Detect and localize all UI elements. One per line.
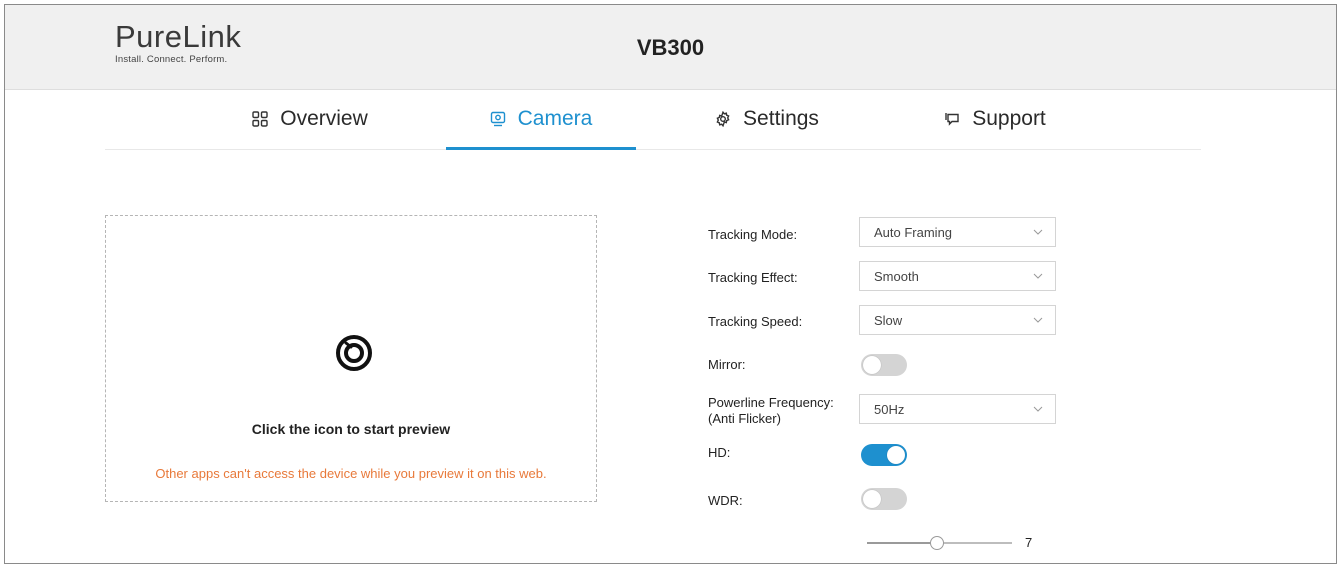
tab-support[interactable]: Support — [895, 89, 1095, 149]
tab-settings-label: Settings — [743, 107, 819, 130]
slider-thumb[interactable] — [929, 536, 944, 550]
wdr-level-value: 7 — [1025, 535, 1033, 550]
hd-label: HD: — [708, 445, 731, 460]
preview-warning: Other apps can't access the device while… — [155, 466, 547, 481]
toggle-knob — [863, 356, 881, 374]
tab-camera[interactable]: Camera — [446, 89, 636, 150]
slider-fill — [867, 542, 937, 544]
powerline-label: Powerline Frequency: (Anti Flicker) — [708, 395, 834, 427]
tab-support-label: Support — [972, 107, 1046, 130]
tab-overview-label: Overview — [280, 107, 368, 130]
tab-camera-label: Camera — [517, 107, 593, 130]
grid-icon — [252, 111, 268, 127]
powerline-frequency-select[interactable]: 50Hz — [859, 394, 1056, 424]
tracking-effect-value: Smooth — [874, 268, 919, 284]
powerline-label-line1: Powerline Frequency: — [708, 395, 834, 410]
toggle-knob — [887, 446, 905, 464]
app-window: PureLink Install. Connect. Perform. VB30… — [4, 4, 1337, 564]
tracking-speed-value: Slow — [874, 312, 903, 328]
tab-settings[interactable]: Settings — [672, 89, 862, 149]
powerline-label-line2: (Anti Flicker) — [708, 411, 781, 426]
tracking-mode-label: Tracking Mode: — [708, 227, 798, 242]
chevron-down-icon — [1033, 317, 1043, 323]
mirror-label: Mirror: — [708, 357, 746, 372]
device-title: VB300 — [636, 35, 705, 60]
header-bar: PureLink Install. Connect. Perform. VB30… — [5, 5, 1336, 90]
preview-area: Click the icon to start preview Other ap… — [105, 215, 597, 502]
wdr-label: WDR: — [708, 493, 743, 508]
wdr-toggle[interactable] — [861, 488, 907, 510]
camera-icon — [490, 111, 506, 127]
tracking-effect-label: Tracking Effect: — [708, 270, 798, 285]
wdr-level-slider[interactable] — [867, 533, 1012, 553]
hd-toggle[interactable] — [861, 444, 907, 466]
tab-overview[interactable]: Overview — [215, 89, 405, 149]
preview-instruction: Click the icon to start preview — [251, 421, 451, 437]
tracking-mode-select[interactable]: Auto Framing — [859, 217, 1056, 247]
gear-icon — [715, 111, 731, 127]
mirror-toggle[interactable] — [861, 354, 907, 376]
tab-bar: Overview Camera Settings Support — [105, 89, 1201, 150]
chevron-down-icon — [1033, 406, 1043, 412]
tracking-mode-value: Auto Framing — [874, 224, 953, 240]
chevron-down-icon — [1033, 273, 1043, 279]
powerline-frequency-value: 50Hz — [874, 401, 905, 417]
tracking-speed-label: Tracking Speed: — [708, 314, 803, 329]
toggle-knob — [863, 490, 881, 508]
tracking-effect-select[interactable]: Smooth — [859, 261, 1056, 291]
chat-icon — [944, 111, 960, 127]
chevron-down-icon — [1033, 229, 1043, 235]
tracking-speed-select[interactable]: Slow — [859, 305, 1056, 335]
record-icon[interactable] — [335, 334, 373, 372]
